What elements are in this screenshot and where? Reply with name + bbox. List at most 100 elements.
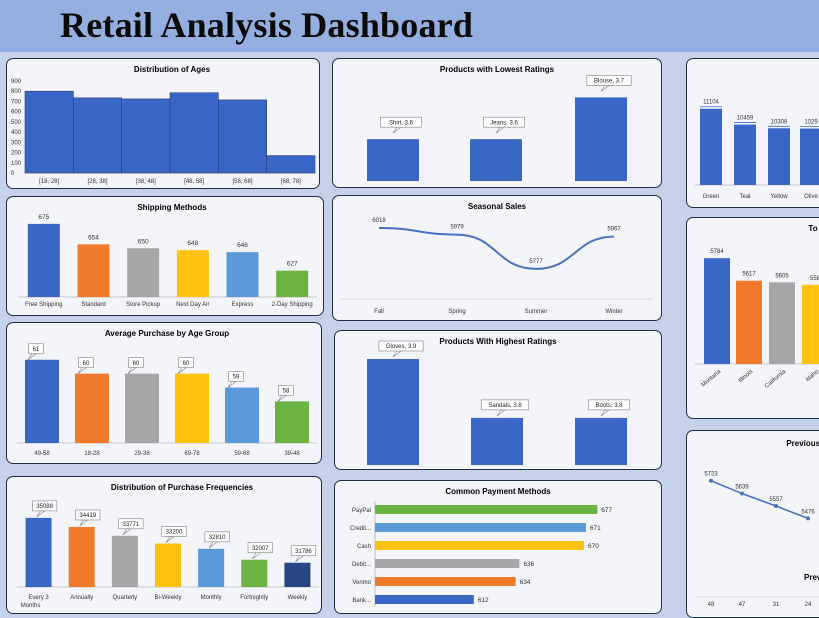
ages-ytick: 400 [11, 130, 22, 136]
frequency-label-pointer [252, 552, 262, 559]
shipping-value: 654 [88, 234, 99, 241]
previous-value: 5639 [735, 485, 749, 491]
agegroup-label-text: 60 [183, 361, 190, 367]
colors-bar [700, 108, 722, 185]
ages-bar [266, 155, 316, 174]
seasonal-xtick: Summer [525, 309, 548, 315]
frequency-xtick: Every 3 [28, 595, 49, 601]
lowest-ratings-chart-panel: Products with Lowest Ratings Shirt, 3.6 Je… [332, 58, 662, 188]
shipping-xtick: Express [232, 302, 254, 308]
colors-xtick: Olive [804, 194, 818, 200]
ages-ytick: 600 [11, 110, 22, 116]
page-title: Retail Analysis Dashboard [60, 5, 474, 45]
lowest-bar [575, 97, 627, 181]
ages-xtick: [58, 68] [232, 179, 252, 185]
states-svg: To 5784 Montana 5617 Illinois 5605 California 5… [695, 224, 819, 390]
frequency-label-pointer [165, 536, 175, 543]
states-bar [769, 282, 795, 364]
agegroup-label-pointer [77, 367, 87, 374]
states-xtick: Idaho [805, 369, 819, 384]
ages-bar [169, 92, 219, 174]
shipping-value: 627 [287, 261, 298, 268]
frequency-label-pointer [79, 519, 89, 527]
agegroup-label-pointer [277, 395, 287, 402]
highest-label-text: Gloves, 3.9 [386, 344, 417, 350]
frequency-bar [25, 517, 52, 587]
previous-line [710, 480, 809, 520]
lowest-label-text: Shirt, 3.6 [389, 120, 414, 126]
ages-xtick: [48, 58] [184, 179, 204, 185]
frequency-label-text: 31786 [295, 549, 312, 555]
agegroup-label-pointer [227, 381, 237, 388]
colors-value: 1029 [804, 120, 818, 126]
lowest-label-pointer [495, 126, 505, 134]
frequency-xtick: Months [21, 603, 41, 609]
agegroup-label-text: 60 [83, 361, 90, 367]
shipping-bar [77, 244, 110, 297]
ages-bar [73, 97, 122, 174]
colors-chart-panel: 11104 Green 10459 Teal 10308 Yellow 1029 Olive [686, 58, 819, 208]
previous-chart-panel: Previous P 5723 48 5639 47 5557 31 5476 24 Prev [686, 430, 819, 618]
frequency-label-text: 35088 [36, 504, 53, 510]
seasonal-value: 5777 [529, 259, 543, 265]
previous-xtick: 31 [773, 602, 780, 608]
states-bar [802, 284, 819, 364]
payment-title: Common Payment Methods [445, 487, 551, 496]
ages-xtick: [68, 78] [281, 179, 301, 185]
ages-ytick: 300 [11, 140, 22, 146]
payment-ytick: Bank... [352, 598, 371, 604]
shipping-xtick: Free Shipping [25, 302, 62, 308]
payment-value: 636 [523, 561, 534, 568]
highest-label-text: Boots, 3.8 [595, 403, 623, 409]
colors-value: 11104 [703, 100, 719, 106]
shipping-bar [176, 250, 209, 297]
states-value: 558 [810, 276, 819, 282]
frequency-bar [284, 562, 311, 587]
agegroup-chart-panel: Average Purchase by Age Group 61 49-58 60 18… [6, 322, 322, 464]
states-xtick: California [764, 369, 788, 390]
frequency-bar [111, 535, 138, 587]
frequency-label-text: 34419 [79, 513, 96, 519]
ages-xtick: [28, 38] [87, 179, 107, 185]
shipping-svg: Shipping Methods 675 Free Shipping 654 Stand… [19, 203, 317, 308]
agegroup-label-pointer [127, 367, 137, 374]
ages-bar [121, 98, 171, 174]
dashboard-header: Retail Analysis Dashboard [0, 0, 819, 52]
shipping-value: 648 [187, 240, 198, 247]
ages-title: Distribution of Ages [134, 65, 211, 74]
agegroup-label-pointer [177, 367, 187, 374]
agegroup-label-text: 60 [133, 361, 140, 367]
shipping-bar [127, 248, 160, 297]
agegroup-bar [225, 387, 259, 443]
seasonal-title: Seasonal Sales [468, 202, 527, 211]
previous-ylabel-text: Prev [804, 573, 819, 582]
shipping-chart-panel: Shipping Methods 675 Free Shipping 654 Stand… [6, 196, 324, 316]
agegroup-bar [275, 401, 309, 443]
shipping-title: Shipping Methods [137, 203, 207, 212]
shipping-xtick: Store Pickup [126, 302, 161, 308]
ages-ytick: 500 [11, 120, 22, 126]
seasonal-value: 6018 [372, 218, 386, 224]
colors-xtick: Teal [739, 194, 750, 200]
shipping-bar [276, 270, 309, 297]
colors-bar [734, 124, 756, 185]
frequency-label-pointer [295, 555, 305, 562]
frequency-xtick: Monthly [201, 595, 222, 601]
payment-bar [375, 541, 584, 550]
shipping-xtick: Next Day Air [176, 302, 209, 308]
seasonal-xtick: Spring [448, 309, 465, 315]
colors-bar [768, 128, 790, 185]
colors-bar [800, 128, 819, 185]
ages-chart-panel: Distribution of Ages 0 100 200 300 400 500 600 7… [6, 58, 320, 189]
seasonal-svg: Seasonal Sales 6018 Fall 5979 Spring 5777 Summ… [341, 202, 653, 315]
frequency-label-text: 33771 [123, 522, 140, 528]
states-bar [736, 280, 762, 364]
payment-bar [375, 577, 516, 586]
agegroup-label-pointer [27, 353, 37, 361]
highest-label-pointer [392, 350, 402, 358]
agegroup-xtick: 29-38 [134, 451, 150, 457]
frequency-label-pointer [36, 510, 46, 518]
frequency-title: Distribution of Purchase Frequencies [111, 483, 254, 492]
states-bar [704, 258, 730, 364]
frequency-xtick: Quarterly [113, 595, 138, 601]
